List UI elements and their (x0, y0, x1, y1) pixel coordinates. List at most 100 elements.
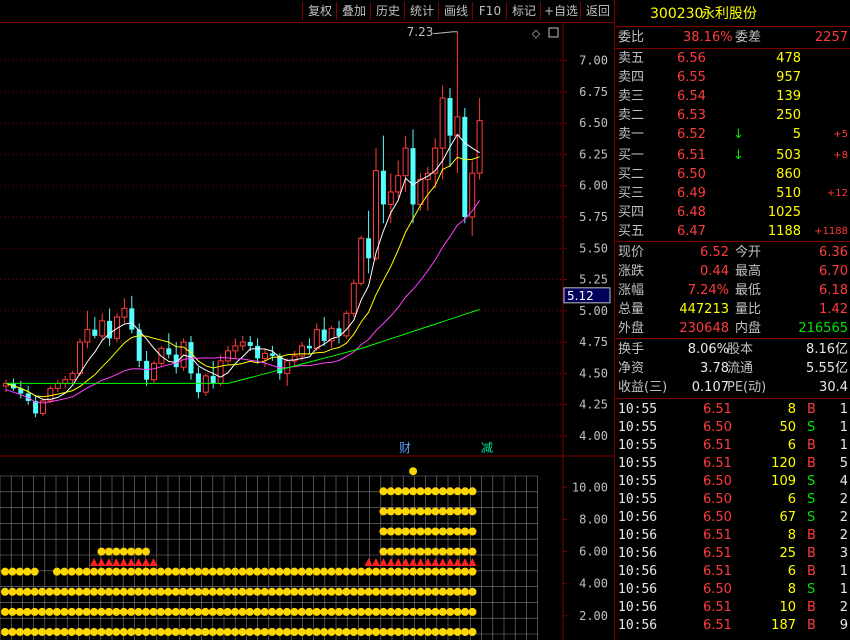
candle-body (321, 329, 327, 341)
toolbar-lishi-button[interactable]: 历史 (370, 2, 405, 20)
signal-dot (453, 507, 462, 516)
ask-level-volume: 5 (792, 127, 801, 142)
candle-body (255, 345, 261, 359)
signal-dot (416, 607, 425, 616)
toolbar-biaoji-button[interactable]: 标记 (506, 2, 541, 20)
candle-body (306, 345, 312, 349)
candle-body (210, 375, 216, 384)
signal-dot (38, 607, 47, 616)
toolbar-huaxian-button[interactable]: 画线 (438, 2, 473, 20)
toolbar-zixuan-button[interactable]: +自选 (540, 2, 581, 20)
tick-row: 10:56 6.51 25 B 3 (615, 545, 850, 563)
bid-level-price: 6.49 (677, 186, 706, 201)
toolbar-fanhui-button[interactable]: 返回 (580, 2, 615, 20)
ask-level-label: 卖二 (618, 108, 645, 123)
diamond-icon: ◇ (532, 27, 541, 40)
candle (439, 85, 446, 180)
signal-dot (342, 627, 351, 636)
signal-dot (97, 567, 106, 576)
vol-tick-label: 2.00 (579, 609, 608, 623)
quote-value: 447213 (679, 302, 729, 317)
candle-body (439, 97, 446, 149)
kline-chart[interactable]: 7.00 6.75 6.50 6.25 6.00 5.75 5.50 5.25 5.00 4.75… (0, 23, 614, 640)
candle-body (373, 170, 379, 259)
signal-dot (141, 607, 150, 616)
signal-dot (231, 627, 240, 636)
signal-dot (453, 627, 462, 636)
fundamental-row: 换手 8.06% 股本 8.16亿 (615, 341, 850, 359)
tick-volume: 120 (771, 456, 796, 471)
candle-body (166, 348, 172, 355)
signal-dot (453, 527, 462, 536)
toolbar-f10-button[interactable]: F10 (472, 2, 507, 20)
signal-dot (416, 547, 425, 556)
toolbar-diejia-button[interactable]: 叠加 (336, 2, 371, 20)
signal-dot (275, 627, 284, 636)
bid-level-row: 买四 6.48 1025 (615, 204, 850, 222)
tick-count: 1 (839, 438, 848, 453)
signal-dot (282, 587, 291, 596)
cursor-price-label: 5.12 (567, 289, 594, 303)
signal-dot (260, 607, 269, 616)
signal-dot (305, 607, 314, 616)
bid-level-row: 买五 6.47 1188 +1188 (615, 223, 850, 241)
bid-level-volume: 1025 (767, 205, 801, 220)
signal-dot (216, 627, 225, 636)
signal-dot (409, 467, 418, 476)
tick-price: 6.50 (703, 474, 732, 489)
signal-dot (15, 607, 24, 616)
ask-level-price: 6.53 (677, 108, 706, 123)
ask-level-volume: 957 (776, 70, 801, 85)
signal-dot (8, 607, 17, 616)
candle (239, 335, 246, 351)
signal-dot (216, 607, 225, 616)
tick-row: 10:55 6.51 8 B 1 (615, 401, 850, 419)
signal-dot (134, 567, 143, 576)
quote-label: 涨跌 (618, 264, 645, 279)
signal-dot (208, 587, 217, 596)
signal-dot (453, 587, 462, 596)
signal-triangle (104, 558, 113, 567)
signal-dot (431, 627, 440, 636)
ask-level-row: 卖三 6.54 139 (615, 88, 850, 106)
candle-body (77, 341, 83, 374)
signal-dot (104, 627, 113, 636)
candle (136, 323, 142, 368)
signal-dot (112, 607, 121, 616)
price-tick-label: 6.50 (579, 116, 608, 130)
candle (462, 108, 468, 224)
signal-dot (423, 587, 432, 596)
signal-dot (245, 627, 254, 636)
toolbar-tongji-button[interactable]: 统计 (404, 2, 439, 20)
signal-dot (186, 607, 195, 616)
signal-dot (401, 607, 410, 616)
signal-dot (379, 547, 388, 556)
tick-volume: 6 (787, 438, 796, 453)
quote-value: 0.44 (700, 264, 729, 279)
signal-triangle (119, 558, 128, 567)
signal-dot (67, 627, 76, 636)
candle (202, 373, 209, 396)
tick-price: 6.50 (703, 510, 732, 525)
bid-level-price: 6.51 (677, 148, 706, 163)
signal-dot (149, 627, 158, 636)
signal-dot (119, 567, 128, 576)
quote-label: 最高 (735, 264, 762, 279)
quote-value: 7.24% (687, 283, 729, 298)
signal-dot (119, 627, 128, 636)
signal-dot (112, 547, 121, 556)
signal-dot (401, 567, 410, 576)
toolbar-fuquan-button[interactable]: 复权 (302, 2, 337, 20)
candle-body (476, 120, 483, 174)
tick-side: S (807, 492, 816, 507)
ask-level-price: 6.54 (677, 89, 706, 104)
tick-side: B (807, 618, 816, 633)
signal-dot (349, 587, 358, 596)
price-tick-label: 5.00 (579, 304, 608, 318)
signal-dot (438, 607, 447, 616)
signal-dot (223, 567, 232, 576)
quote-row: 涨跌 0.44 最高 6.70 (615, 263, 850, 281)
bid-level-row: 买三 6.49 510 +12 (615, 185, 850, 203)
signal-dot (468, 487, 477, 496)
candle-body (269, 353, 275, 356)
